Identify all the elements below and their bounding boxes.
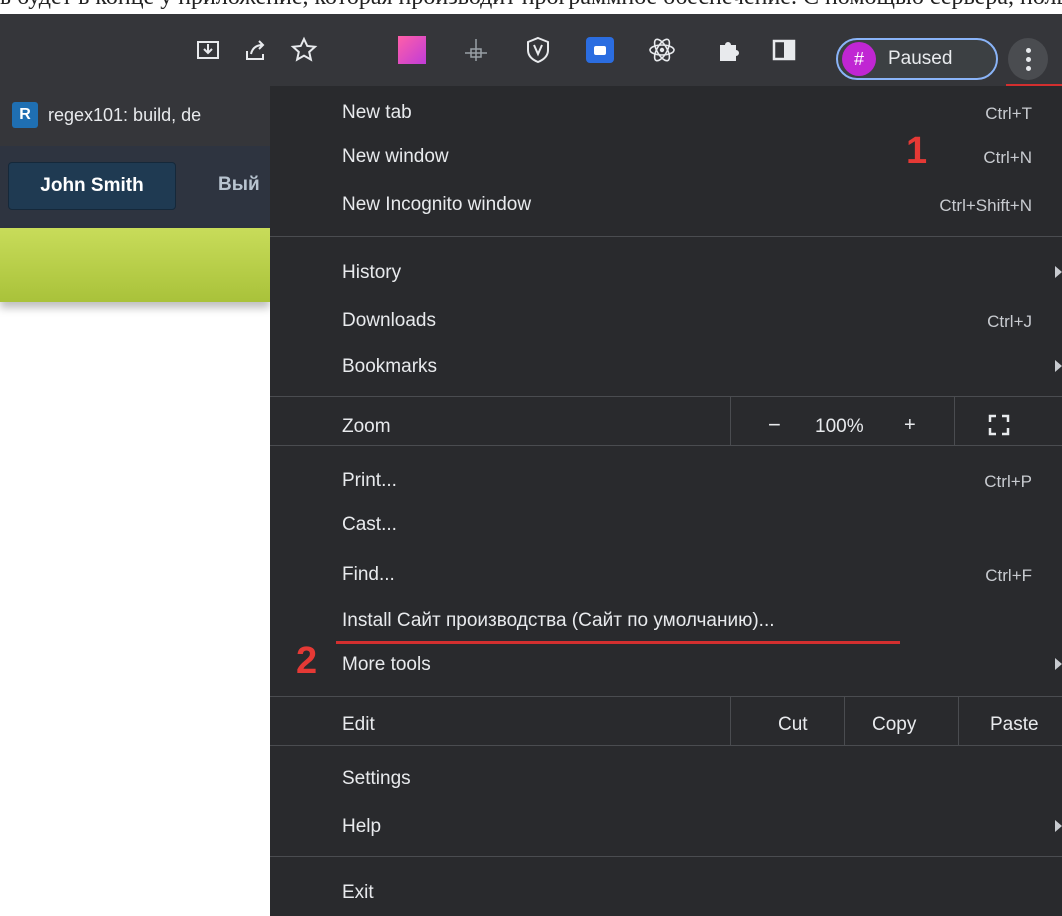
page-banner (0, 228, 270, 302)
edit-divider (844, 697, 845, 745)
zoom-divider (730, 397, 731, 445)
zoom-in-button[interactable]: + (904, 414, 916, 437)
page-text-strip: ь будет в конце у приложение, которая пр… (0, 0, 1062, 14)
install-icon[interactable] (192, 34, 224, 66)
extension-crosshair-icon[interactable] (460, 34, 492, 66)
annotation-number-one: 1 (906, 130, 928, 172)
submenu-arrow-icon (1055, 266, 1062, 278)
zoom-divider (954, 397, 955, 445)
submenu-arrow-icon (1055, 658, 1062, 670)
shield-icon[interactable] (522, 34, 554, 66)
paste-button[interactable]: Paste (990, 714, 1039, 736)
shortcut-new-window: Ctrl+N (983, 148, 1032, 167)
menu-help[interactable]: Help (342, 816, 381, 838)
menu-exit[interactable]: Exit (342, 882, 374, 904)
menu-downloads[interactable]: Downloads (342, 310, 436, 332)
zoom-out-button[interactable]: − (768, 412, 781, 438)
profile-status-label: Paused (888, 48, 953, 69)
menu-new-tab[interactable]: New tab (342, 102, 412, 124)
annotation-number-two: 2 (296, 640, 318, 682)
submenu-arrow-icon (1055, 360, 1062, 372)
menu-separator (270, 745, 1062, 746)
annotation-underline-install (336, 641, 900, 644)
browser-toolbar: # Paused (0, 14, 1062, 86)
meet-icon[interactable] (584, 34, 616, 66)
menu-new-window[interactable]: New window (342, 146, 449, 168)
menu-print[interactable]: Print... (342, 470, 397, 492)
menu-kebab-button[interactable] (1008, 38, 1048, 80)
shortcut-find: Ctrl+F (985, 566, 1032, 585)
copy-button[interactable]: Copy (872, 714, 916, 736)
menu-edit-label: Edit (342, 714, 375, 735)
menu-new-incognito[interactable]: New Incognito window (342, 194, 531, 216)
chrome-menu: New tab Ctrl+T New window Ctrl+N New Inc… (270, 86, 1062, 916)
menu-settings[interactable]: Settings (342, 768, 411, 790)
menu-install-app[interactable]: Install Сайт производства (Сайт по умолч… (342, 610, 775, 632)
user-button[interactable]: John Smith (8, 162, 176, 210)
bookmark-regex101[interactable]: R regex101: build, de (12, 102, 201, 128)
star-icon[interactable] (288, 34, 320, 66)
bookmark-label: regex101: build, de (48, 104, 202, 125)
menu-more-tools[interactable]: More tools (342, 654, 431, 676)
menu-find[interactable]: Find... (342, 564, 395, 586)
menu-zoom-label: Zoom (342, 416, 391, 437)
bookmarks-bar: R regex101: build, de (0, 86, 270, 146)
page-nav: John Smith Вый (0, 146, 270, 228)
shortcut-print: Ctrl+P (984, 472, 1032, 491)
menu-cast[interactable]: Cast... (342, 514, 397, 536)
puzzle-icon[interactable] (712, 34, 744, 66)
cropped-text: ь будет в конце у приложение, которая пр… (0, 0, 1062, 11)
edit-divider (730, 697, 731, 745)
menu-separator (270, 396, 1062, 397)
zoom-level: 100% (815, 416, 864, 437)
share-icon[interactable] (240, 34, 272, 66)
menu-separator (270, 236, 1062, 237)
shortcut-downloads: Ctrl+J (987, 312, 1032, 331)
profile-chip[interactable]: # Paused (836, 38, 998, 80)
cut-button[interactable]: Cut (778, 714, 808, 736)
regex101-favicon-icon: R (12, 102, 38, 128)
sidepanel-icon[interactable] (768, 34, 800, 66)
shortcut-new-tab: Ctrl+T (985, 104, 1032, 123)
logout-link[interactable]: Вый (218, 174, 260, 196)
edit-divider (958, 697, 959, 745)
menu-separator (270, 445, 1062, 446)
menu-bookmarks[interactable]: Bookmarks (342, 356, 437, 378)
avatar: # (842, 42, 876, 76)
menu-separator (270, 696, 1062, 697)
fullscreen-icon[interactable] (988, 414, 1010, 441)
menu-history[interactable]: History (342, 262, 401, 284)
react-icon[interactable] (646, 34, 678, 66)
shortcut-incognito: Ctrl+Shift+N (939, 196, 1032, 215)
menu-separator (270, 856, 1062, 857)
submenu-arrow-icon (1055, 820, 1062, 832)
extension-gradient-icon[interactable] (396, 34, 428, 66)
